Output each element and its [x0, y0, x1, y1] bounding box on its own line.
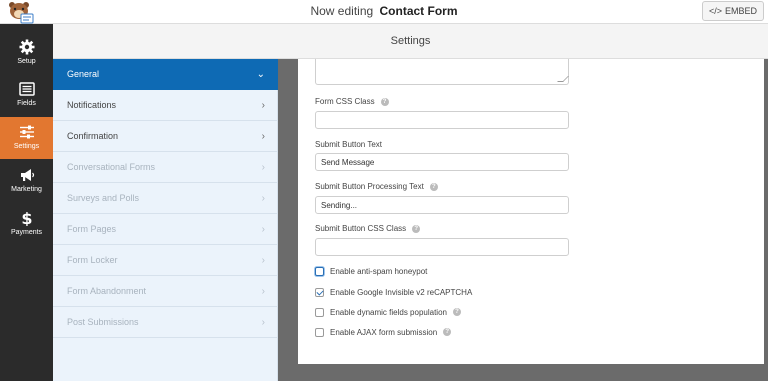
ajax-submission-checkbox[interactable]: [315, 327, 324, 337]
sidebar-item-label: Setup: [17, 58, 36, 65]
form-name: Contact Form: [379, 4, 458, 18]
sidebar-item-label: Marketing: [11, 186, 42, 193]
chevron-right-icon: ›: [261, 224, 265, 235]
submit-css-class-label: Submit Button CSS Class ?: [315, 224, 421, 233]
chevron-right-icon: ›: [261, 131, 265, 142]
honeypot-checkbox[interactable]: [315, 266, 324, 276]
ajax-submission-option[interactable]: Enable AJAX form submission ?: [315, 326, 452, 338]
megaphone-icon: [20, 169, 34, 181]
sidebar-item-label: Payments: [10, 229, 43, 236]
resize-handle-icon[interactable]: [557, 76, 569, 82]
dynamic-fields-checkbox[interactable]: [315, 307, 324, 317]
submit-button-text-input[interactable]: [315, 153, 569, 171]
settings-header: Settings: [53, 24, 768, 59]
checkbox-label[interactable]: Enable Google Invisible v2 reCAPTCHA: [330, 288, 472, 297]
nav-item-label: Post Submissions: [67, 317, 139, 327]
sidebar-item-marketing[interactable]: Marketing: [0, 160, 53, 202]
gear-icon: [19, 39, 34, 55]
code-icon: </>: [708, 6, 722, 16]
builder-sidebar: Setup Fields Settings Marketing $ Paymen…: [0, 24, 53, 381]
sidebar-item-settings[interactable]: Settings: [0, 117, 53, 159]
embed-button[interactable]: </> EMBED: [701, 1, 764, 21]
nav-item-label: Form Locker: [67, 255, 118, 265]
field-label-text: Submit Button Processing Text: [315, 182, 424, 191]
processing-text-label: Submit Button Processing Text ?: [315, 182, 438, 191]
nav-item-surveys-and-polls[interactable]: Surveys and Polls ›: [53, 183, 278, 214]
sidebar-item-label: Settings: [13, 143, 40, 150]
sliders-icon: [19, 125, 34, 139]
chevron-right-icon: ›: [261, 255, 265, 266]
checkbox-label[interactable]: Enable anti-spam honeypot: [330, 267, 427, 276]
svg-text:$: $: [21, 210, 32, 226]
form-description-textarea[interactable]: [315, 59, 569, 85]
processing-text-input[interactable]: [315, 196, 569, 214]
nav-item-label: Form Pages: [67, 224, 117, 234]
page-title: Now editing Contact Form: [0, 0, 768, 22]
form-css-class-input[interactable]: [315, 111, 569, 129]
dynamic-fields-option[interactable]: Enable dynamic fields population ?: [315, 306, 461, 318]
help-icon[interactable]: ?: [412, 224, 421, 233]
chevron-right-icon: ›: [261, 286, 265, 297]
nav-item-form-locker[interactable]: Form Locker ›: [53, 245, 278, 276]
recaptcha-option[interactable]: Enable Google Invisible v2 reCAPTCHA: [315, 286, 472, 298]
field-label-text: Form CSS Class: [315, 97, 375, 106]
chevron-right-icon: ›: [261, 193, 265, 204]
nav-item-label: Form Abandonment: [67, 286, 147, 296]
embed-label: EMBED: [724, 6, 757, 16]
help-icon[interactable]: ?: [452, 308, 461, 316]
chevron-right-icon: ›: [261, 100, 265, 111]
title-prefix: Now editing: [310, 4, 374, 18]
list-icon: [18, 82, 35, 96]
nav-item-conversational-forms[interactable]: Conversational Forms ›: [53, 152, 278, 183]
sidebar-item-label: Fields: [17, 100, 36, 107]
field-label-text: Submit Button Text: [315, 140, 382, 149]
sidebar-item-setup[interactable]: Setup: [0, 32, 53, 74]
submit-css-class-input[interactable]: [315, 238, 569, 256]
nav-item-post-submissions[interactable]: Post Submissions ›: [53, 307, 278, 338]
field-label-text: Submit Button CSS Class: [315, 224, 407, 233]
nav-item-form-abandonment[interactable]: Form Abandonment ›: [53, 276, 278, 307]
sidebar-item-fields[interactable]: Fields: [0, 74, 53, 116]
help-icon[interactable]: ?: [380, 97, 389, 106]
form-css-class-label: Form CSS Class ?: [315, 97, 389, 106]
chevron-down-icon: ⌄: [256, 69, 265, 80]
chevron-right-icon: ›: [261, 162, 265, 173]
chevron-right-icon: ›: [261, 317, 265, 328]
nav-item-form-pages[interactable]: Form Pages ›: [53, 214, 278, 245]
settings-nav: General ⌄ Notifications › Confirmation ›…: [53, 59, 278, 381]
nav-item-label: Notifications: [67, 100, 117, 110]
help-icon[interactable]: ?: [429, 182, 438, 191]
sidebar-item-payments[interactable]: $ Payments: [0, 203, 53, 245]
nav-item-label: Confirmation: [67, 131, 119, 141]
nav-item-label: General: [67, 69, 100, 79]
top-bar: Now editing Contact Form </> EMBED: [0, 0, 768, 24]
dollar-icon: $: [21, 210, 32, 226]
nav-item-notifications[interactable]: Notifications ›: [53, 90, 278, 121]
nav-item-label: Conversational Forms: [67, 162, 156, 172]
honeypot-option[interactable]: Enable anti-spam honeypot: [315, 265, 427, 277]
recaptcha-checkbox[interactable]: [315, 287, 324, 297]
nav-item-general[interactable]: General ⌄: [53, 59, 278, 90]
checkbox-label[interactable]: Enable dynamic fields population: [330, 308, 447, 317]
nav-item-label: Surveys and Polls: [67, 193, 140, 203]
help-icon[interactable]: ?: [443, 328, 452, 336]
nav-item-confirmation[interactable]: Confirmation ›: [53, 121, 278, 152]
checkbox-label[interactable]: Enable AJAX form submission: [330, 328, 437, 337]
submit-button-text-label: Submit Button Text: [315, 140, 382, 149]
